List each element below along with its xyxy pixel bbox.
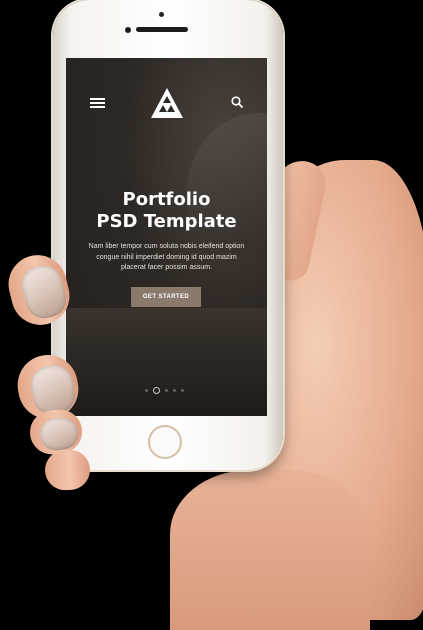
hand-finger-pinky: [44, 449, 91, 491]
carousel-dot[interactable]: [145, 388, 148, 392]
carousel-dot[interactable]: [181, 388, 184, 392]
carousel-dot[interactable]: [165, 388, 168, 392]
carousel-dot-active[interactable]: [153, 386, 160, 394]
get-started-button[interactable]: GET STARTED: [131, 287, 201, 307]
home-button[interactable]: [148, 425, 182, 459]
hero-description: Nam liber tempor cum soluta nobis eleife…: [88, 243, 245, 271]
triangle-logo-icon[interactable]: [149, 86, 185, 120]
hero-title-line1: Portfolio: [122, 189, 211, 210]
hero-title-line2: PSD Template: [96, 211, 237, 232]
carousel-indicators: [145, 386, 184, 394]
hero-title: Portfolio PSD Template: [66, 189, 267, 233]
phone-front-camera: [125, 27, 131, 33]
hand-wrist: [170, 470, 370, 630]
phone-speaker: [136, 27, 188, 32]
search-icon[interactable]: [231, 96, 243, 108]
hamburger-menu-icon[interactable]: [90, 98, 105, 108]
phone-screen: Portfolio PSD Template Nam liber tempor …: [66, 58, 267, 416]
carousel-dot[interactable]: [173, 388, 176, 392]
phone-sensor: [159, 12, 164, 17]
background-ground: [66, 308, 267, 416]
